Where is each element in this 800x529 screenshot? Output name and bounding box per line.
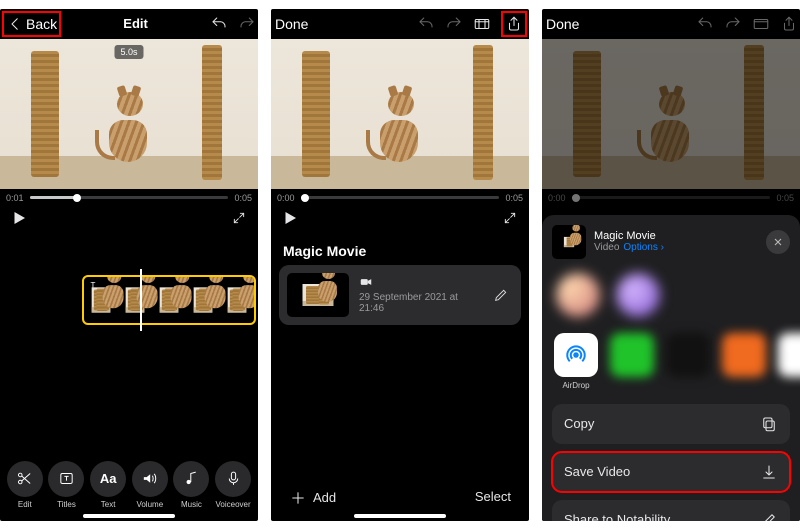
action-share-notability[interactable]: Share to Notability (552, 500, 790, 521)
home-indicator[interactable] (83, 514, 175, 518)
tool-text[interactable]: Aa Text (88, 461, 128, 509)
video-camera-icon (359, 275, 373, 289)
home-indicator[interactable] (354, 514, 446, 518)
contact-avatar[interactable] (616, 273, 660, 317)
timeline-clip[interactable]: T (82, 275, 256, 325)
tool-row: Edit Titles Aa Text Volume Music Voiceov… (0, 461, 258, 509)
done-button[interactable]: Done (273, 12, 310, 36)
microphone-icon (225, 470, 242, 487)
undo-icon (696, 15, 714, 33)
fullscreen-icon[interactable] (501, 209, 519, 227)
storyboard-icon[interactable] (473, 15, 491, 33)
close-button[interactable] (766, 230, 790, 254)
undo-icon[interactable] (417, 15, 435, 33)
tool-titles[interactable]: Titles (46, 461, 86, 509)
redo-icon[interactable] (238, 15, 256, 33)
play-icon[interactable] (281, 209, 299, 227)
music-icon (183, 470, 200, 487)
project-date: 29 September 2021 at 21:46 (359, 292, 479, 314)
back-button[interactable]: Back (2, 11, 61, 37)
scrubber: 0:00 0:05 (271, 189, 529, 207)
scrubber-track[interactable] (301, 196, 500, 199)
share-options-link[interactable]: Options › (623, 242, 664, 253)
share-actions: Copy Save Video Share to Notability (542, 404, 800, 521)
share-icon (780, 15, 798, 33)
project-bottom-bar: Add Select (271, 489, 529, 507)
share-thumbnail (552, 225, 586, 259)
share-contacts-row[interactable] (542, 267, 800, 329)
project-thumbnail (287, 273, 349, 317)
chevron-left-icon (6, 15, 24, 33)
app-blurred[interactable] (722, 333, 766, 377)
storyboard-icon (752, 15, 770, 33)
video-preview[interactable]: 5.0s (0, 39, 258, 189)
contact-avatar[interactable] (556, 273, 600, 317)
screen-share: Done 0:00 0:05 Magic Movie Video Options… (542, 9, 800, 521)
share-button[interactable] (501, 11, 527, 37)
redo-icon[interactable] (445, 15, 463, 33)
playhead[interactable] (140, 269, 142, 331)
text-icon: Aa (90, 461, 126, 497)
app-blurred[interactable] (666, 333, 710, 377)
time-current: 0:00 (277, 193, 295, 203)
action-copy[interactable]: Copy (552, 404, 790, 444)
screen-editor: Back Edit 5.0s 0:01 0:05 T (0, 9, 258, 521)
share-apps-row: AirDrop (542, 329, 800, 404)
download-icon (760, 463, 778, 481)
airdrop-icon (561, 340, 591, 370)
select-button[interactable]: Select (475, 489, 511, 507)
pencil-icon (760, 511, 778, 521)
video-frame (0, 39, 258, 189)
duration-badge: 5.0s (114, 45, 143, 59)
add-button[interactable]: Add (289, 489, 336, 507)
scrubber-track[interactable] (30, 196, 229, 199)
undo-icon[interactable] (210, 15, 228, 33)
tool-edit[interactable]: Edit (5, 461, 45, 509)
time-total: 0:05 (234, 193, 252, 203)
plus-icon (289, 489, 307, 507)
share-title: Magic Movie (594, 230, 758, 242)
section-title: Magic Movie (271, 233, 529, 265)
redo-icon (724, 15, 742, 33)
app-blurred[interactable] (778, 333, 800, 377)
copy-icon (760, 415, 778, 433)
scissors-icon (16, 470, 33, 487)
app-blurred[interactable] (610, 333, 654, 377)
time-total: 0:05 (505, 193, 523, 203)
editor-topbar: Back Edit (0, 9, 258, 39)
app-airdrop[interactable]: AirDrop (554, 333, 598, 390)
scrubber: 0:01 0:05 (0, 189, 258, 207)
action-save-video[interactable]: Save Video (552, 452, 790, 492)
time-current: 0:01 (6, 193, 24, 203)
video-preview[interactable] (271, 39, 529, 189)
editor-title: Edit (61, 16, 210, 31)
project-topbar: Done (271, 9, 529, 39)
scrubber-dimmed: 0:00 0:05 (542, 189, 800, 207)
titles-icon (58, 470, 75, 487)
tool-voiceover[interactable]: Voiceover (213, 461, 253, 509)
done-button: Done (544, 12, 581, 36)
tool-music[interactable]: Music (171, 461, 211, 509)
share-topbar: Done (542, 9, 800, 39)
play-icon[interactable] (10, 209, 28, 227)
video-preview-dimmed (542, 39, 800, 189)
preview-controls (0, 207, 258, 233)
project-card[interactable]: 29 September 2021 at 21:46 (279, 265, 521, 325)
tool-volume[interactable]: Volume (130, 461, 170, 509)
share-sheet: Magic Movie Video Options › (542, 215, 800, 521)
edit-project-button[interactable] (489, 283, 513, 307)
screen-project: Done 0:00 0:05 Magic Movie 29 September … (271, 9, 529, 521)
back-label: Back (26, 16, 57, 32)
share-kind: Video (594, 242, 619, 253)
preview-controls (271, 207, 529, 233)
volume-icon (141, 470, 158, 487)
fullscreen-icon[interactable] (230, 209, 248, 227)
timeline[interactable]: T (0, 275, 258, 331)
